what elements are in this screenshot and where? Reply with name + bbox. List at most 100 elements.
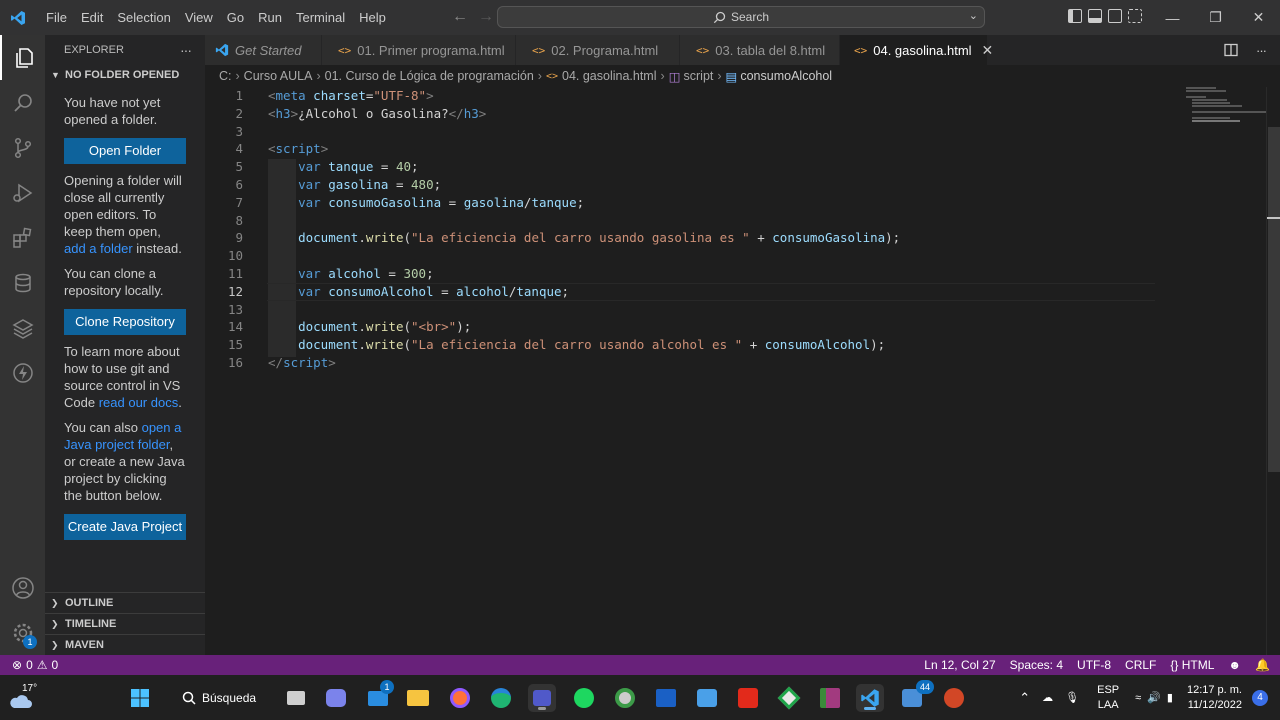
indentation[interactable]: Spaces: 4 xyxy=(1010,658,1063,672)
tab-tabla-del-8[interactable]: <> 03. tabla del 8.html xyxy=(680,35,840,65)
manage-gear-icon[interactable]: 1 xyxy=(0,610,45,655)
clock[interactable]: 12:17 p. m. 11/12/2022 xyxy=(1187,683,1242,713)
lightning-icon[interactable] xyxy=(0,350,45,395)
teams-chat-icon[interactable] xyxy=(322,684,350,712)
create-java-project-button[interactable]: Create Java Project xyxy=(64,514,186,540)
menu-file[interactable]: File xyxy=(39,0,74,35)
feedback-icon[interactable]: ☻ xyxy=(1228,658,1241,672)
code-line[interactable]: 12 var consumoAlcohol = alcohol/tanque; xyxy=(205,282,1265,301)
open-folder-button[interactable]: Open Folder xyxy=(64,138,186,164)
notifications-bell-icon[interactable]: 🔔 xyxy=(1255,658,1270,672)
layers-icon[interactable] xyxy=(0,305,45,350)
menu-terminal[interactable]: Terminal xyxy=(289,0,352,35)
file-explorer-icon[interactable] xyxy=(404,684,432,712)
code-line[interactable]: 2 <h3>¿Alcohol o Gasolina?</h3> xyxy=(205,105,1265,123)
menu-run[interactable]: Run xyxy=(251,0,289,35)
code-line[interactable]: 10 xyxy=(205,247,1265,265)
problems-indicator[interactable]: ⊗ 0 ⚠ 0 xyxy=(0,658,58,672)
menu-go[interactable]: Go xyxy=(220,0,251,35)
store-icon[interactable] xyxy=(652,684,680,712)
maven-section[interactable]: ❯ MAVEN xyxy=(45,634,205,655)
command-center-search[interactable]: Search ⌄ xyxy=(497,6,985,28)
menu-help[interactable]: Help xyxy=(352,0,393,35)
language-mode[interactable]: {} HTML xyxy=(1170,658,1214,672)
code-editor[interactable]: 1 <meta charset="UTF-8"> 2 <h3>¿Alcohol o G… xyxy=(205,87,1280,655)
windows-start-icon[interactable] xyxy=(126,684,154,712)
mail-icon[interactable]: 1 xyxy=(364,680,394,712)
language-indicator[interactable]: ESP LAA xyxy=(1097,683,1119,713)
tab-programa[interactable]: <> 02. Programa.html xyxy=(516,35,680,65)
line-ending[interactable]: CRLF xyxy=(1125,658,1156,672)
minimap[interactable] xyxy=(1186,87,1266,127)
no-folder-section-header[interactable]: ▼ NO FOLDER OPENED xyxy=(45,64,205,86)
battery-icon[interactable]: ▮ xyxy=(1167,691,1173,704)
more-editor-actions-icon[interactable]: ··· xyxy=(1256,43,1267,58)
read-docs-link[interactable]: read our docs xyxy=(99,395,179,410)
code-line[interactable]: 8 xyxy=(205,212,1265,230)
more-actions-icon[interactable]: ··· xyxy=(180,42,192,58)
close-tab-icon[interactable]: ✕ xyxy=(982,42,994,59)
chevron-down-icon[interactable]: ⌄ xyxy=(969,9,978,22)
weather-widget[interactable]: 17° xyxy=(8,683,40,713)
breadcrumb-drive[interactable]: C: xyxy=(219,69,232,83)
search-view-icon[interactable] xyxy=(0,80,45,125)
spotify-icon[interactable] xyxy=(570,684,598,712)
firefox-icon[interactable] xyxy=(446,684,474,712)
powerpoint-icon[interactable] xyxy=(940,684,968,712)
teams-icon[interactable] xyxy=(528,684,556,712)
teams-work-icon[interactable]: 44 xyxy=(898,680,934,712)
code-line[interactable]: 11 var alcohol = 300; xyxy=(205,265,1265,283)
explorer-icon[interactable] xyxy=(0,35,45,80)
tab-gasolina[interactable]: <> 04. gasolina.html ✕ xyxy=(840,35,993,65)
menu-edit[interactable]: Edit xyxy=(74,0,110,35)
add-folder-link[interactable]: add a folder xyxy=(64,241,133,256)
breadcrumb-file[interactable]: 04. gasolina.html xyxy=(562,69,657,83)
minimize-icon[interactable]: — xyxy=(1151,0,1194,35)
toggle-panel-icon[interactable] xyxy=(1088,9,1102,23)
timeline-section[interactable]: ❯ TIMELINE xyxy=(45,613,205,634)
scrollbar-thumb[interactable] xyxy=(1268,127,1280,472)
code-line[interactable]: 14 document.write("<br>"); xyxy=(205,318,1265,336)
edge-icon[interactable] xyxy=(487,684,515,712)
code-line[interactable]: 3 xyxy=(205,123,1265,141)
menu-selection[interactable]: Selection xyxy=(110,0,177,35)
code-line[interactable]: 4 <script> xyxy=(205,140,1265,158)
close-window-icon[interactable]: ✕ xyxy=(1237,0,1280,35)
tab-primer-programa[interactable]: <> 01. Primer programa.html xyxy=(322,35,516,65)
code-line[interactable]: 13 xyxy=(205,301,1265,319)
code-line[interactable]: 5 var tanque = 40; xyxy=(205,158,1265,176)
wifi-icon[interactable]: ≈ xyxy=(1135,692,1141,704)
extensions-icon[interactable] xyxy=(0,215,45,260)
chrome-icon[interactable] xyxy=(611,684,639,712)
show-hidden-icons[interactable]: ⌃ xyxy=(1019,690,1030,706)
code-line[interactable]: 16 </script> xyxy=(205,354,1265,372)
cursor-position[interactable]: Ln 12, Col 27 xyxy=(924,658,995,672)
notifications-count[interactable]: 4 xyxy=(1252,689,1268,706)
vscode-taskbar-icon[interactable] xyxy=(856,684,884,712)
code-line[interactable]: 9 document.write("La eficiencia del carr… xyxy=(205,229,1265,247)
breadcrumb-folder[interactable]: Curso AULA xyxy=(244,69,313,83)
network-warning-icon[interactable]: ☁ xyxy=(1042,691,1053,704)
outline-section[interactable]: ❯ OUTLINE xyxy=(45,592,205,613)
breadcrumb-symbol[interactable]: consumoAlcohol xyxy=(740,69,832,83)
source-control-icon[interactable] xyxy=(0,125,45,170)
restore-icon[interactable]: ❐ xyxy=(1194,0,1237,35)
sticky-app-icon[interactable] xyxy=(775,684,803,712)
split-editor-icon[interactable] xyxy=(1224,43,1238,57)
code-line[interactable]: 1 <meta charset="UTF-8"> xyxy=(205,87,1265,105)
forward-arrow-icon[interactable]: → xyxy=(478,8,494,26)
code-line[interactable]: 7 var consumoGasolina = gasolina/tanque; xyxy=(205,194,1265,212)
toggle-primary-sidebar-icon[interactable] xyxy=(1068,9,1082,23)
menu-view[interactable]: View xyxy=(178,0,220,35)
image-viewer-icon[interactable] xyxy=(693,684,721,712)
code-line[interactable]: 15 document.write("La eficiencia del car… xyxy=(205,336,1265,354)
back-arrow-icon[interactable]: ← xyxy=(452,8,468,26)
vertical-scrollbar[interactable] xyxy=(1266,87,1280,655)
winrar-icon[interactable] xyxy=(816,684,844,712)
acrobat-icon[interactable] xyxy=(734,684,762,712)
tab-get-started[interactable]: Get Started xyxy=(205,35,322,65)
database-icon[interactable] xyxy=(0,260,45,305)
encoding[interactable]: UTF-8 xyxy=(1077,658,1111,672)
toggle-secondary-sidebar-icon[interactable] xyxy=(1108,9,1122,23)
breadcrumb-script[interactable]: script xyxy=(684,69,714,83)
